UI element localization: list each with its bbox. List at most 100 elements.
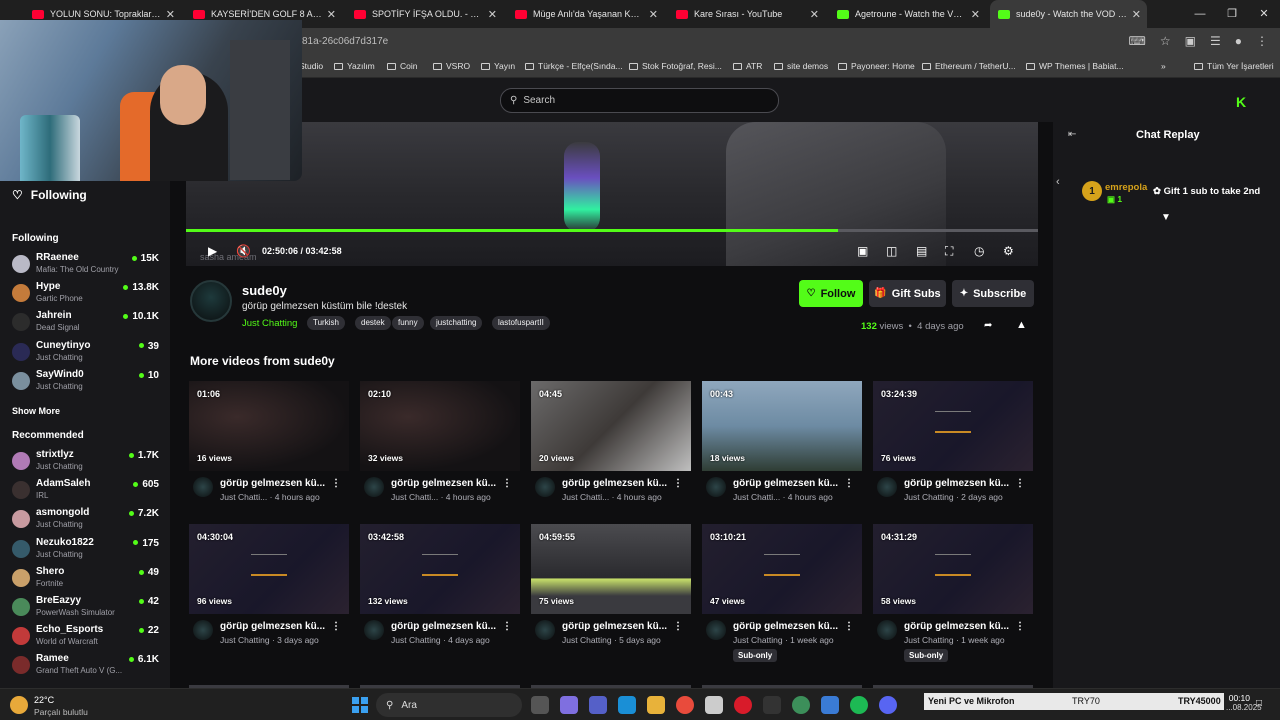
video-thumbnail[interactable]: 04:45 20 views — [531, 381, 691, 471]
gift-sub-prompt[interactable]: ✿ Gift 1 sub to take 2nd — [1153, 186, 1260, 197]
task-view-icon[interactable] — [531, 696, 549, 714]
file-explorer-icon[interactable] — [647, 696, 665, 714]
more-options-icon[interactable]: ⋮ — [1015, 621, 1025, 632]
collapse-chat-icon[interactable]: ⇤ — [1068, 129, 1076, 140]
tag-chip[interactable]: lastofuspartII — [492, 316, 550, 330]
bookmark-item[interactable]: Tüm Yer İşaretleri — [1194, 61, 1274, 71]
video-card[interactable]: 03:42:58 132 views görüp gelmezsen kü... Ju… — [360, 524, 520, 660]
bookmark-item[interactable]: Payoneer: Home — [838, 61, 915, 71]
video-thumbnail[interactable]: 03:24:39 76 views — [873, 381, 1033, 471]
settings-gear-icon[interactable]: ⚙ — [1003, 244, 1014, 258]
close-tab-icon[interactable]: ✕ — [971, 8, 980, 21]
taskbar-search[interactable]: ⚲ Ara — [376, 693, 522, 717]
tag-chip[interactable]: justchatting — [430, 316, 483, 330]
minimize-button[interactable]: — — [1184, 0, 1216, 28]
video-title[interactable]: görüp gelmezsen kü... — [733, 621, 851, 632]
browser-tab[interactable]: Müge Anlı'da Yaşanan Korkunç ✕ — [507, 0, 664, 28]
bookmark-item[interactable]: Türkçe - Elfçe(Sında... — [525, 61, 623, 71]
opera-icon[interactable] — [734, 696, 752, 714]
browser-tab[interactable]: sude0y - Watch the VOD on Ki ✕ — [990, 0, 1147, 28]
video-card[interactable]: 03:10:21 47 views görüp gelmezsen kü... Jus… — [702, 524, 862, 662]
bookmark-item[interactable]: Yazılım — [334, 61, 375, 71]
teams-icon[interactable] — [589, 696, 607, 714]
more-options-icon[interactable]: ⋮ — [502, 621, 512, 632]
bookmark-item[interactable]: Coin — [387, 61, 417, 71]
kick-logo[interactable]: K — [1236, 94, 1246, 110]
browser-tab[interactable]: Kare Sırası - YouTube ✕ — [668, 0, 825, 28]
video-progress-bar[interactable] — [186, 229, 1038, 232]
more-options-icon[interactable]: ⋮ — [844, 621, 854, 632]
close-tab-icon[interactable]: ✕ — [1132, 8, 1141, 21]
gift-subs-button[interactable]: 🎁 Gift Subs — [869, 280, 946, 307]
video-title[interactable]: görüp gelmezsen kü... — [220, 478, 338, 489]
sidebar-channel-item[interactable]: AdamSaleh IRL 605 — [0, 477, 170, 506]
close-window-button[interactable]: ✕ — [1248, 0, 1280, 28]
share-icon[interactable]: ➦ — [984, 320, 992, 331]
close-tab-icon[interactable]: ✕ — [166, 8, 175, 21]
close-tab-icon[interactable]: ✕ — [327, 8, 336, 21]
bookmark-item[interactable]: ATR — [733, 61, 762, 71]
sidebar-channel-item[interactable]: Ramee Grand Theft Auto V (G... 6.1K — [0, 652, 170, 681]
video-thumbnail[interactable]: 01:06 16 views — [189, 381, 349, 471]
close-tab-icon[interactable]: ✕ — [488, 8, 497, 21]
bookmark-item[interactable]: WP Themes | Babiat... — [1026, 61, 1124, 71]
edge-icon[interactable] — [618, 696, 636, 714]
close-tab-icon[interactable]: ✕ — [810, 8, 819, 21]
bookmark-item[interactable]: site demos — [774, 61, 828, 71]
sidebar-channel-item[interactable]: strixtlyz Just Chatting 1.7K — [0, 448, 170, 477]
video-card[interactable]: 03:24:39 76 views görüp gelmezsen kü... Jus… — [873, 381, 1033, 517]
more-bookmarks-icon[interactable]: » — [1161, 61, 1166, 71]
windows-start-icon[interactable] — [352, 697, 368, 713]
browser-tab[interactable]: Agetroune - Watch the VOD on ✕ — [829, 0, 986, 28]
chrome-active-icon[interactable] — [792, 696, 810, 714]
avatar[interactable] — [193, 620, 213, 640]
system-clock[interactable]: 00:10 ...08.2025 — [1226, 693, 1262, 712]
more-options-icon[interactable]: ⋮ — [502, 478, 512, 489]
extensions-icon[interactable]: ▣ — [1185, 34, 1196, 48]
video-title[interactable]: görüp gelmezsen kü... — [391, 478, 509, 489]
bookmark-item[interactable]: Ethereum / TetherU... — [922, 61, 1016, 71]
sidebar-channel-item[interactable]: Nezuko1822 Just Chatting 175 — [0, 536, 170, 565]
follow-button[interactable]: ♡ Follow — [799, 280, 863, 307]
sidebar-channel-item[interactable]: RRaenee Mafia: The Old Country 15K — [0, 251, 170, 280]
video-thumbnail[interactable]: 04:31:29 58 views — [873, 524, 1033, 614]
avatar[interactable] — [706, 620, 726, 640]
sidebar-channel-item[interactable]: Echo_Esports World of Warcraft 22 — [0, 623, 170, 652]
more-options-icon[interactable]: ⋮ — [673, 621, 683, 632]
bookmark-star-icon[interactable]: ☆ — [1160, 34, 1171, 48]
video-card[interactable]: 04:45 20 views görüp gelmezsen kü... Just C… — [531, 381, 691, 517]
app-icon[interactable] — [821, 696, 839, 714]
avatar[interactable] — [193, 477, 213, 497]
video-title[interactable]: görüp gelmezsen kü... — [562, 478, 680, 489]
sidebar-channel-item[interactable]: Shero Fortnite 49 — [0, 565, 170, 594]
video-title[interactable]: görüp gelmezsen kü... — [904, 478, 1022, 489]
following-nav-button[interactable]: ♡ Following — [12, 188, 87, 202]
chevron-left-icon[interactable]: ‹ — [1056, 176, 1060, 188]
copilot-icon[interactable] — [560, 696, 578, 714]
avatar[interactable] — [364, 620, 384, 640]
url-text[interactable]: 81a-26c06d7d317e — [302, 36, 388, 47]
sidebar-channel-item[interactable]: Hype Gartic Phone 13.8K — [0, 280, 170, 309]
video-thumbnail[interactable]: 00:43 18 views — [702, 381, 862, 471]
sidebar-channel-item[interactable]: SayWind0 Just Chatting 10 — [0, 368, 170, 397]
video-thumbnail[interactable]: 03:10:21 47 views — [702, 524, 862, 614]
video-title[interactable]: görüp gelmezsen kü... — [391, 621, 509, 632]
search-input[interactable]: ⚲ Search — [500, 88, 779, 113]
sidebar-channel-item[interactable]: Jahrein Dead Signal 10.1K — [0, 309, 170, 338]
avatar[interactable] — [535, 620, 555, 640]
spotify-icon[interactable] — [850, 696, 868, 714]
filter-icon[interactable]: ▼ — [1161, 212, 1171, 223]
video-thumbnail[interactable]: 02:10 32 views — [360, 381, 520, 471]
show-more-link[interactable]: Show More — [12, 406, 60, 416]
avatar[interactable] — [535, 477, 555, 497]
miniplayer-icon[interactable]: ▣ — [857, 244, 868, 258]
video-thumbnail[interactable]: 03:42:58 132 views — [360, 524, 520, 614]
video-card[interactable]: 00:43 18 views görüp gelmezsen kü... Just C… — [702, 381, 862, 517]
tag-chip[interactable]: Turkish — [307, 316, 345, 330]
video-thumbnail[interactable]: 04:59:55 75 views — [531, 524, 691, 614]
video-card[interactable]: 04:59:55 75 views görüp gelmezsen kü... Jus… — [531, 524, 691, 660]
stream-category[interactable]: Just Chatting — [242, 318, 297, 329]
fullscreen-icon[interactable]: ⛶ — [945, 244, 953, 259]
more-options-icon[interactable]: ⋮ — [331, 621, 341, 632]
tag-chip[interactable]: funny — [392, 316, 424, 330]
